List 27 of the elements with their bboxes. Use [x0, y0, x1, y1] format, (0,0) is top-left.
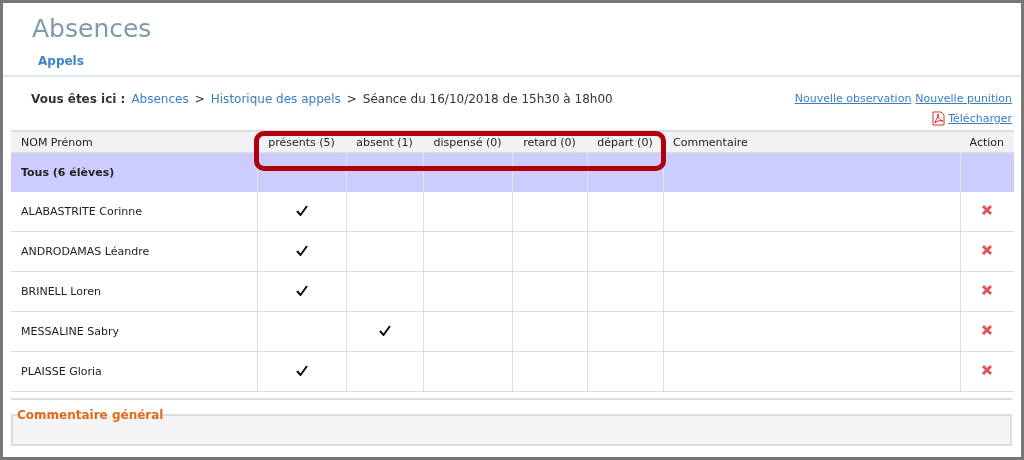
group-row: Tous (6 élèves) [11, 152, 257, 192]
action-link[interactable]: Nouvelle observation [794, 92, 912, 105]
page-title: Absences [32, 15, 152, 43]
breadcrumb-current: Séance du 16/10/2018 de 15h30 à 18h00 [362, 92, 613, 108]
download-link[interactable]: Télécharger [948, 112, 1012, 125]
student-name: ALABASTRITE Corinne [11, 192, 257, 232]
breadcrumb-separator: > [346, 92, 357, 108]
delete-icon[interactable] [981, 244, 994, 256]
breadcrumb-label: Vous êtes ici : [31, 92, 126, 108]
breadcrumb-link[interactable]: Historique des appels [210, 92, 341, 126]
delete-icon[interactable] [981, 364, 994, 376]
section-link[interactable]: Appels [38, 54, 84, 68]
student-name: MESSALINE Sabry [11, 311, 257, 352]
action-link[interactable]: Nouvelle punition [915, 92, 1012, 105]
comment-field[interactable]: Commentaire général [11, 408, 1012, 446]
column-header: Action [960, 131, 1014, 153]
breadcrumb-link[interactable]: Absences [131, 92, 189, 126]
student-name: PLAISSE Gloria [11, 351, 257, 392]
delete-icon[interactable] [981, 324, 994, 336]
delete-icon[interactable] [981, 204, 994, 216]
student-name: ANDRODAMAS Léandre [11, 231, 257, 272]
student-name: BRINELL Loren [11, 271, 257, 312]
pdf-icon [932, 111, 946, 126]
breadcrumb-separator: > [194, 92, 205, 108]
column-header: NOM Prénom [11, 131, 257, 153]
column-header: Commentaire [663, 131, 960, 153]
delete-icon[interactable] [981, 284, 994, 296]
